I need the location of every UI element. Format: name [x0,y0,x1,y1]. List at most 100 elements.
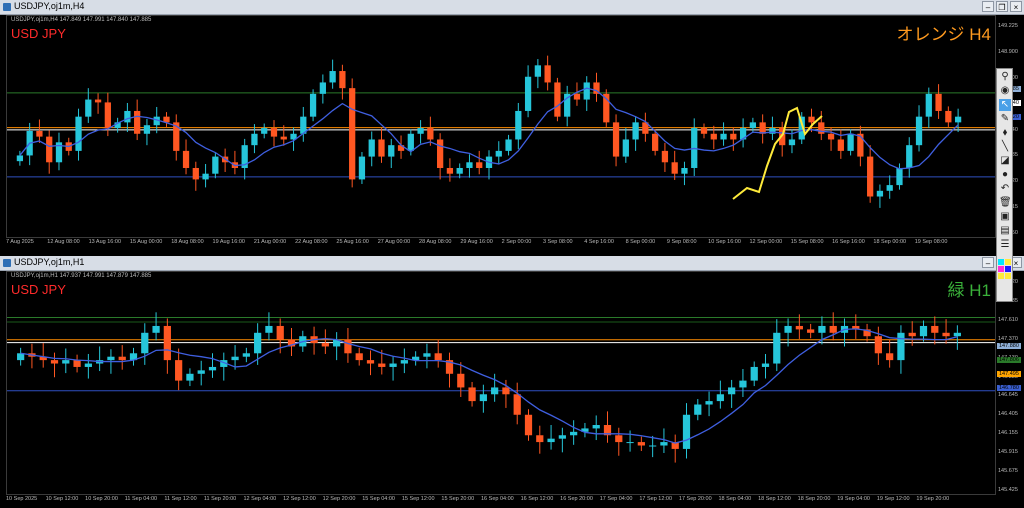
trash-icon[interactable]: 🗑 [999,197,1012,209]
candle-body [547,438,555,443]
color-swatch[interactable] [998,259,1004,265]
candle-body [652,133,659,151]
candle-body [242,353,250,357]
candle-body [622,139,629,157]
line-tool-icon[interactable]: ╲ [999,141,1011,153]
candle-body [457,373,465,388]
chart-window-h4: USDJPY,oj1m,H4 – ❐ × USDJPY,oj1m,H4 147.… [0,0,1024,254]
candle-body [456,167,463,174]
candle-body [202,173,209,180]
candle-body [876,190,884,197]
pin-icon[interactable]: ⚲ [999,71,1011,83]
color-swatch[interactable] [998,266,1004,272]
price-tick-label: 149.225 [998,23,1018,29]
candle-body [626,442,634,444]
candle-body [818,325,826,333]
time-tick-label: 22 Aug 08:00 [295,239,328,245]
candle-body [36,130,43,137]
candle-body [84,363,92,367]
candle-body [339,71,346,89]
candle-body [761,363,770,367]
candle-body [62,360,70,364]
candle-body [407,133,414,151]
candle-body [592,425,600,429]
time-axis-h4[interactable]: 7 Aug 2025 12 Aug 08:00 13 Aug 16:00 15 Aug… [6,238,996,248]
candle-body [795,325,803,330]
candle-body [192,167,199,180]
candle-body [186,373,194,381]
candle-body [349,88,356,180]
candle-body [143,125,151,134]
price-tick-label: 145.425 [998,487,1018,493]
time-tick-label: 21 Aug 00:00 [253,239,287,245]
time-tick-label: 10 Sep 20:00 [85,496,118,502]
dot-icon[interactable]: ● [999,169,1011,181]
time-tick-label: 4 Sep 16:00 [584,239,614,245]
candle-body [908,332,916,337]
timeframe-label: 緑 H1 [947,281,991,300]
color-swatch[interactable] [1005,259,1011,265]
tag-icon[interactable]: ⬧ [999,127,1011,139]
time-tick-label: 10 Sep 16:00 [708,239,741,245]
candle-body [251,133,258,146]
time-tick-label: 2 Sep 00:00 [501,239,532,245]
candle-body [491,387,499,395]
candle-body [417,128,424,134]
color-swatch[interactable] [1005,273,1011,279]
candle-body [134,110,141,134]
time-tick-label: 17 Sep 20:00 [678,496,712,502]
time-tick-label: 15 Sep 20:00 [441,496,475,502]
eraser-icon[interactable]: ◪ [999,155,1011,167]
time-tick-label: 11 Sep 20:00 [203,496,237,502]
color-swatch[interactable] [1005,266,1011,272]
restore-button[interactable]: ❐ [996,1,1008,12]
candle-body [720,133,727,140]
color-swatch[interactable] [998,273,1004,279]
eye-icon[interactable]: ◉ [999,85,1011,97]
candle-body [915,116,923,146]
price-chart-h1[interactable]: USDJPY,oj1m,H1 147.937 147.991 147.879 1… [6,271,996,495]
candle-body [896,167,903,186]
chart-info-line: USDJPY,oj1m,H1 147.937 147.991 147.879 1… [11,273,152,279]
time-tick-label: 17 Sep 04:00 [599,496,633,502]
time-tick-label: 10 Sep 2025 [6,496,38,502]
time-tick-label: 29 Aug 16:00 [460,239,493,245]
color-palette[interactable] [998,259,1011,281]
ruler-icon[interactable]: ✎ [999,113,1011,125]
candle-body [716,394,724,402]
screenshot-icon[interactable]: ▤ [999,225,1011,237]
close-button[interactable]: × [1010,1,1022,12]
candle-body [513,394,521,415]
minimize-button[interactable]: – [982,257,994,268]
price-chart-h4[interactable]: USDJPY,oj1m,H4 147.849 147.991 147.840 1… [6,15,996,238]
symbol-label: USD JPY [11,282,66,297]
time-tick-label: 11 Sep 12:00 [164,496,197,502]
candle-body [423,353,431,357]
candle-body [141,332,149,354]
candle-body [163,325,171,361]
time-axis-h1[interactable]: 10 Sep 2025 10 Sep 12:00 10 Sep 20:00 11 Se… [6,495,996,505]
time-tick-label: 12 Sep 20:00 [322,496,356,502]
candle-body [502,387,510,395]
candle-body [319,82,326,94]
price-tick-label: 146.645 [998,392,1018,399]
bus-icon[interactable]: ▣ [999,211,1011,223]
candle-body [175,360,183,381]
candle-body [615,435,623,443]
candle-body [94,99,102,103]
candle-body [212,156,219,174]
candle-body [829,325,837,333]
cursor-icon[interactable]: ↖ [999,99,1011,111]
minimize-button[interactable]: – [982,1,994,12]
undo-icon[interactable]: ↶ [999,183,1011,195]
window-titlebar[interactable]: USDJPY,oj1m,H4 – ❐ × [0,0,1024,15]
candle-body [124,110,131,123]
price-tick-label: 147.370 [998,335,1018,342]
list-icon[interactable]: ☰ [999,239,1011,251]
time-tick-label: 19 Sep 04:00 [837,496,870,502]
window-titlebar[interactable]: USDJPY,oj1m,H1 – ❐ × [0,256,1024,271]
candle-body [773,332,781,364]
time-tick-label: 12 Sep 04:00 [243,496,277,502]
candle-body [388,145,395,157]
price-axis-h1[interactable]: 148.120147.885147.610147.370147.130146.8… [996,271,1024,495]
